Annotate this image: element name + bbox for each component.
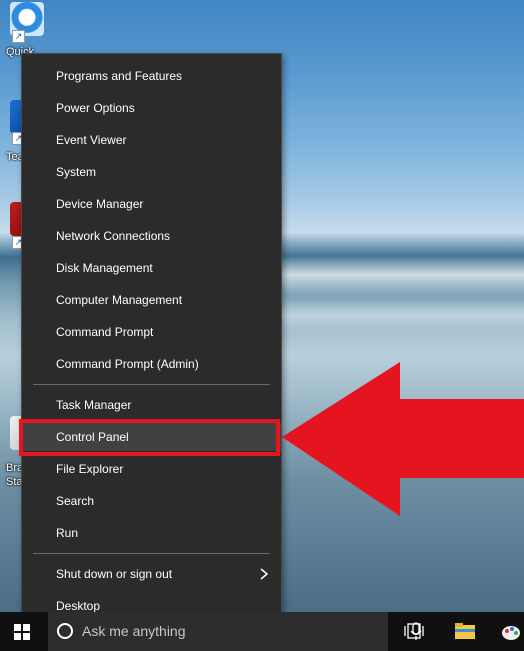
annotation-highlight-box xyxy=(19,419,280,456)
menu-item-system[interactable]: System xyxy=(22,158,281,186)
menu-item-network-connections[interactable]: Network Connections xyxy=(22,222,281,250)
menu-item-search[interactable]: Search xyxy=(22,487,281,515)
menu-item-programs-and-features[interactable]: Programs and Features xyxy=(22,62,281,90)
menu-item-event-viewer[interactable]: Event Viewer xyxy=(22,126,281,154)
menu-item-command-prompt-admin[interactable]: Command Prompt (Admin) xyxy=(22,350,281,378)
shortcut-arrow-icon: ↗ xyxy=(12,30,25,43)
search-placeholder: Ask me anything xyxy=(82,623,186,639)
menu-item-power-options[interactable]: Power Options xyxy=(22,94,281,122)
file-explorer-icon[interactable] xyxy=(454,621,476,641)
cortana-search-box[interactable]: Ask me anything xyxy=(48,612,422,651)
microphone-icon[interactable] xyxy=(410,622,422,642)
windows-start-icon[interactable] xyxy=(14,624,30,640)
desktop-icon-quicktime[interactable]: ↗ Quick xyxy=(4,0,52,60)
wave-foam xyxy=(280,300,524,330)
menu-item-computer-management[interactable]: Computer Management xyxy=(22,286,281,314)
menu-item-file-explorer[interactable]: File Explorer xyxy=(22,455,281,483)
menu-item-run[interactable]: Run xyxy=(22,519,281,547)
menu-item-task-manager[interactable]: Task Manager xyxy=(22,391,281,419)
menu-item-shut-down-or-sign-out[interactable]: Shut down or sign out xyxy=(22,560,281,588)
annotation-arrow-icon xyxy=(282,362,524,516)
wave-foam xyxy=(280,255,524,295)
menu-separator xyxy=(33,384,270,385)
paint-icon[interactable] xyxy=(500,621,522,643)
menu-item-label: Shut down or sign out xyxy=(56,567,173,581)
cortana-icon xyxy=(57,623,73,639)
menu-item-command-prompt[interactable]: Command Prompt xyxy=(22,318,281,346)
winx-quick-link-menu: Programs and Features Power Options Even… xyxy=(21,53,282,631)
chevron-right-icon xyxy=(260,568,269,580)
menu-item-disk-management[interactable]: Disk Management xyxy=(22,254,281,282)
menu-item-device-manager[interactable]: Device Manager xyxy=(22,190,281,218)
menu-separator xyxy=(33,553,270,554)
